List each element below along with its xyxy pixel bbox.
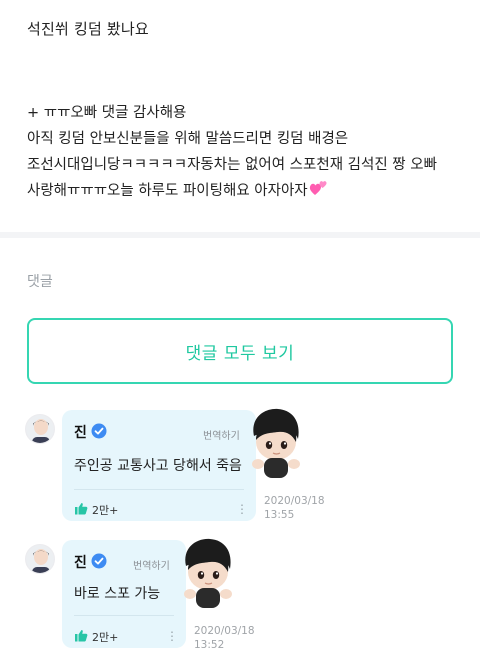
comment-text: 바로 스포 가능 <box>74 586 161 602</box>
comment-bubble: 진 번역하기 주인공 교통사고 당해서 죽음 2만+ ⋮ <box>62 410 256 521</box>
comment-author[interactable]: 진 <box>74 422 87 442</box>
comments-label: 댓글 <box>27 274 53 290</box>
post-title: 석진쒸 킹덤 봤나요 <box>27 20 149 38</box>
comment-text: 주인공 교통사고 당해서 죽음 <box>74 458 242 474</box>
comment-time: 13:52 <box>194 639 225 651</box>
like-button[interactable]: 2만+ <box>74 502 118 518</box>
comment-divider <box>74 489 244 490</box>
like-button[interactable]: 2만+ <box>74 629 118 645</box>
comment-timestamp: 2020/03/18 13:52 <box>194 624 255 652</box>
comment-date: 2020/03/18 <box>194 625 255 637</box>
comment-divider <box>74 615 174 616</box>
post-body-line: 아직 킹덤 안보신분들을 위해 말씀드리면 킹덤 배경은 <box>27 131 349 147</box>
like-count: 2만+ <box>92 504 119 517</box>
view-all-comments-label: 댓글 모두 보기 <box>185 343 295 364</box>
post-body-line: + ㅠㅠ오빠 댓글 감사해용 <box>27 105 187 121</box>
comment-time: 13:55 <box>264 509 295 521</box>
thumbs-up-icon <box>74 502 88 518</box>
like-count: 2만+ <box>92 631 119 644</box>
post-body-line: 사랑해ㅠㅠㅠ오늘 하루도 파이팅해요 아자아자 <box>27 178 467 206</box>
jin-character-sticker <box>180 536 234 612</box>
comment-item: 진 번역하기 바로 스포 가능 2만+ ⋮ 2020/03/18 13:52 <box>0 538 480 652</box>
comment-author[interactable]: 진 <box>74 552 87 572</box>
avatar[interactable] <box>25 544 55 574</box>
post-body: + ㅠㅠ오빠 댓글 감사해용 아직 킹덤 안보신분들을 위해 말씀드리면 킹덤 … <box>27 100 467 206</box>
comments-section: 댓글 댓글 모두 보기 진 번역하기 주인공 교통사고 당해서 죽음 2만+ ⋮ <box>0 238 480 668</box>
view-all-comments-button[interactable]: 댓글 모두 보기 <box>27 318 453 384</box>
more-options-icon[interactable]: ⋮ <box>236 503 248 515</box>
comment-bubble: 진 번역하기 바로 스포 가능 2만+ ⋮ <box>62 540 186 648</box>
thumbs-up-icon <box>74 629 88 645</box>
post-body-line: 조선시대입니당ㅋㅋㅋㅋㅋ자동차는 없어여 스포천재 김석진 짱 오빠 <box>27 157 437 173</box>
verified-badge-icon <box>91 423 107 443</box>
comment-item: 진 번역하기 주인공 교통사고 당해서 죽음 2만+ ⋮ 2020/03/18 … <box>0 408 480 525</box>
comment-timestamp: 2020/03/18 13:55 <box>264 494 325 522</box>
avatar[interactable] <box>25 414 55 444</box>
post-content: 석진쒸 킹덤 봤나요 + ㅠㅠ오빠 댓글 감사해용 아직 킹덤 안보신분들을 위… <box>0 0 480 232</box>
translate-button[interactable]: 번역하기 <box>133 557 170 572</box>
two-hearts-icon <box>309 179 329 206</box>
comment-date: 2020/03/18 <box>264 495 325 507</box>
jin-character-sticker <box>248 406 302 482</box>
post-body-line-text: 사랑해ㅠㅠㅠ오늘 하루도 파이팅해요 아자아자 <box>27 183 308 199</box>
translate-button[interactable]: 번역하기 <box>203 427 240 442</box>
verified-badge-icon <box>91 553 107 573</box>
more-options-icon[interactable]: ⋮ <box>166 630 178 642</box>
